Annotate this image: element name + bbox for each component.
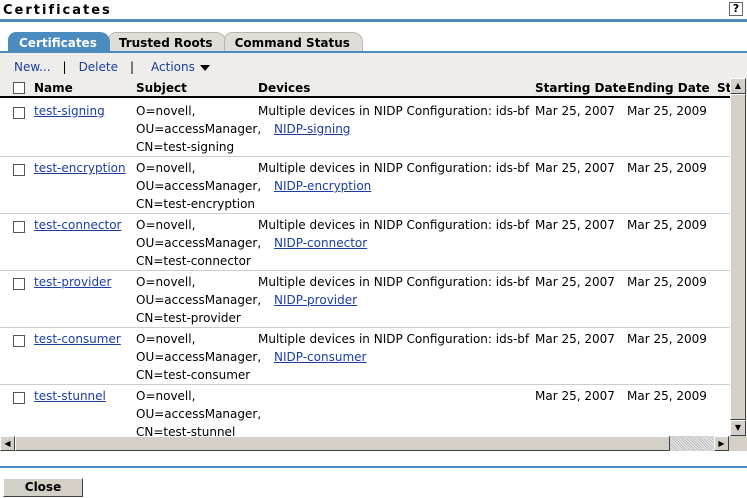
row-checkbox[interactable] [13, 164, 25, 176]
subject-line: OU=accessManager, [136, 179, 262, 193]
certificate-name-link[interactable]: test-connector [34, 218, 122, 232]
subject-line: CN=test-encryption [136, 197, 256, 211]
starting-date: Mar 25, 2007 [535, 389, 615, 403]
subject-line: OU=accessManager, [136, 407, 262, 421]
certificate-name-link[interactable]: test-consumer [34, 332, 121, 346]
table-row: test-provider O=novell, OU=accessManager, C… [0, 271, 730, 328]
subject-line: O=novell, [136, 218, 196, 232]
starting-date: Mar 25, 2007 [535, 218, 615, 232]
certificate-name-link[interactable]: test-signing [34, 104, 105, 118]
subject-line: O=novell, [136, 275, 196, 289]
subject-line: O=novell, [136, 389, 196, 403]
subject-line: O=novell, [136, 104, 196, 118]
starting-date: Mar 25, 2007 [535, 275, 615, 289]
device-link[interactable]: NIDP-encryption [274, 179, 371, 193]
col-name[interactable]: Name [34, 81, 73, 95]
scroll-down-icon[interactable]: ▼ [730, 420, 746, 436]
device-link[interactable]: NIDP-provider [274, 293, 357, 307]
footer-divider [0, 466, 747, 468]
starting-date: Mar 25, 2007 [535, 161, 615, 175]
subject-line: O=novell, [136, 332, 196, 346]
scroll-left-icon[interactable]: ◀ [0, 436, 15, 451]
scrollbar-corner [730, 436, 747, 451]
starting-date: Mar 25, 2007 [535, 332, 615, 346]
actions-label: Actions [151, 60, 195, 74]
vertical-scroll-thumb[interactable] [730, 94, 746, 420]
starting-date: Mar 25, 2007 [535, 104, 615, 118]
tab-command-status[interactable]: Command Status [223, 32, 363, 52]
ending-date: Mar 25, 2009 [627, 161, 707, 175]
subject-line: CN=test-consumer [136, 368, 251, 382]
col-status[interactable]: St [717, 81, 730, 95]
table-row: test-signing O=novell, OU=accessManager, CN… [0, 100, 730, 157]
table-row: test-connector O=novell, OU=accessManager,… [0, 214, 730, 271]
row-checkbox[interactable] [13, 107, 25, 119]
subject-line: O=novell, [136, 161, 196, 175]
subject-line: OU=accessManager, [136, 122, 262, 136]
col-ending-date[interactable]: Ending Date [627, 81, 710, 95]
tab-trusted-roots[interactable]: Trusted Roots [107, 32, 226, 52]
certificate-name-link[interactable]: test-encryption [34, 161, 126, 175]
col-starting-date[interactable]: Starting Date [535, 81, 627, 95]
row-checkbox[interactable] [13, 392, 25, 404]
delete-link[interactable]: Delete [79, 60, 118, 74]
subject-line: OU=accessManager, [136, 236, 262, 250]
select-all-checkbox[interactable] [13, 82, 25, 94]
devices-text: Multiple devices in NIDP Configuration: … [258, 161, 530, 175]
vertical-scrollbar[interactable]: ▲ ▼ [730, 78, 746, 436]
subject-line: OU=accessManager, [136, 350, 262, 364]
devices-text: Multiple devices in NIDP Configuration: … [258, 275, 530, 289]
new-link[interactable]: New... [14, 60, 51, 74]
table-row: test-encryption O=novell, OU=accessManager… [0, 157, 730, 214]
certificate-name-link[interactable]: test-provider [34, 275, 111, 289]
ending-date: Mar 25, 2009 [627, 275, 707, 289]
tab-bar: Certificates Trusted Roots Command Statu… [8, 32, 363, 52]
ending-date: Mar 25, 2009 [627, 218, 707, 232]
close-button[interactable]: Close [3, 478, 83, 497]
subject-line: OU=accessManager, [136, 293, 262, 307]
scroll-right-icon[interactable]: ▶ [714, 436, 729, 451]
row-checkbox[interactable] [13, 278, 25, 290]
certificates-table: Name Subject Devices Starting Date Endin… [0, 78, 730, 436]
devices-text: Multiple devices in NIDP Configuration: … [258, 104, 530, 118]
subject-line: CN=test-stunnel [136, 425, 236, 436]
horizontal-scrollbar[interactable]: ◀ ▶ [0, 436, 730, 451]
table-header: Name Subject Devices Starting Date Endin… [0, 78, 730, 98]
device-link[interactable]: NIDP-consumer [274, 350, 366, 364]
col-subject[interactable]: Subject [136, 81, 187, 95]
certificate-name-link[interactable]: test-stunnel [34, 389, 106, 403]
subject-line: CN=test-provider [136, 311, 241, 325]
tab-certificates[interactable]: Certificates [8, 32, 110, 52]
devices-text: Multiple devices in NIDP Configuration: … [258, 218, 530, 232]
page-title: Certificates [3, 3, 112, 18]
table-row: test-stunnel O=novell, OU=accessManager, CN… [0, 385, 730, 436]
ending-date: Mar 25, 2009 [627, 332, 707, 346]
row-checkbox[interactable] [13, 221, 25, 233]
help-button[interactable]: ? [729, 2, 743, 16]
title-divider [0, 19, 747, 22]
subject-line: CN=test-signing [136, 140, 235, 154]
ending-date: Mar 25, 2009 [627, 389, 707, 403]
row-checkbox[interactable] [13, 335, 25, 347]
subject-line: CN=test-connector [136, 254, 251, 268]
dropdown-arrow-icon [199, 64, 210, 71]
table-row: test-consumer O=novell, OU=accessManager, C… [0, 328, 730, 385]
col-devices[interactable]: Devices [258, 81, 310, 95]
ending-date: Mar 25, 2009 [627, 104, 707, 118]
devices-text: Multiple devices in NIDP Configuration: … [258, 332, 530, 346]
device-link[interactable]: NIDP-signing [274, 122, 350, 136]
scroll-track[interactable] [670, 436, 714, 451]
action-links: New... | Delete | Actions [14, 60, 210, 74]
device-link[interactable]: NIDP-connector [274, 236, 367, 250]
scroll-up-icon[interactable]: ▲ [730, 78, 746, 94]
horizontal-scroll-thumb[interactable] [15, 436, 670, 451]
actions-menu[interactable]: Actions [151, 60, 210, 74]
